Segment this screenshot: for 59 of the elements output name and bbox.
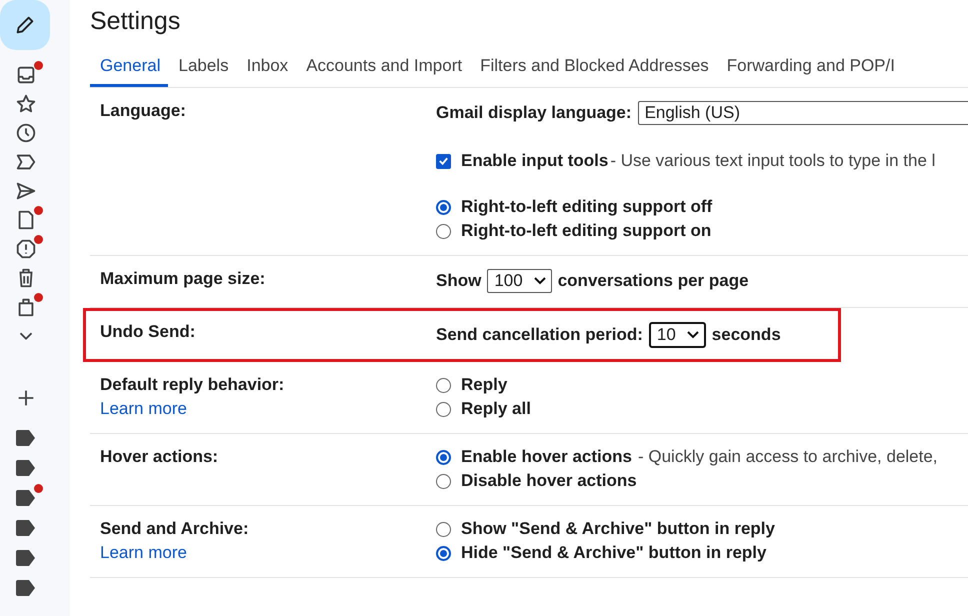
learn-more-link[interactable]: Learn more [100, 543, 436, 563]
option-label: Disable hover actions [461, 471, 637, 491]
learn-more-link[interactable]: Learn more [100, 399, 436, 419]
radio-button[interactable] [436, 474, 451, 488]
chevron-down-icon [686, 330, 700, 340]
pencil-icon [14, 14, 36, 36]
field-suffix: conversations per page [558, 271, 749, 291]
settings-tab[interactable]: General [90, 44, 168, 87]
radio-button[interactable] [436, 546, 451, 560]
radio-button[interactable] [436, 378, 451, 392]
settings-tab[interactable]: Inbox [236, 44, 296, 87]
settings-tab[interactable]: Forwarding and POP/I [716, 44, 903, 87]
dropdown[interactable]: 100 [487, 269, 552, 293]
page-title: Settings [90, 6, 182, 37]
settings-tab[interactable]: Filters and Blocked Addresses [470, 44, 717, 87]
setting-label: Hover actions: [100, 447, 220, 467]
label-icon[interactable] [15, 579, 37, 597]
option-label: Reply [461, 375, 508, 395]
settings-tab[interactable]: Labels [168, 44, 237, 87]
checkmark-icon [438, 155, 449, 167]
setting-label: Default reply behavior: [100, 375, 286, 395]
radio-button[interactable] [436, 200, 451, 214]
field-label: Gmail display language: [436, 103, 632, 123]
radio-button[interactable] [436, 450, 451, 464]
radio-button[interactable] [436, 522, 451, 536]
option-label: Show "Send & Archive" button in reply [461, 519, 775, 539]
option-label: Enable input tools [461, 151, 608, 171]
field-suffix: seconds [712, 325, 781, 345]
star-icon[interactable] [15, 93, 37, 115]
compose-button[interactable] [0, 0, 50, 50]
label-icon[interactable] [15, 549, 37, 567]
setting-label: Undo Send: [100, 322, 196, 342]
dropdown[interactable]: English (US) [638, 101, 968, 125]
option-label: Enable hover actions [461, 447, 632, 467]
radio-button[interactable] [436, 224, 451, 238]
label-icon[interactable] [15, 519, 37, 537]
option-label: Right-to-left editing support on [461, 221, 712, 241]
label-icon[interactable] [15, 489, 37, 507]
option-label: Right-to-left editing support off [461, 197, 712, 217]
option-description: - Quickly gain access to archive, delete, [638, 447, 938, 467]
label-icon[interactable] [15, 459, 37, 477]
label-icon[interactable] [15, 429, 37, 447]
dropdown[interactable]: 10 [648, 322, 706, 348]
spam-icon[interactable] [15, 238, 37, 260]
option-label: Reply all [461, 399, 531, 419]
setting-label: Maximum page size: [100, 269, 266, 289]
setting-label: Language: [100, 101, 187, 121]
inbox-icon[interactable] [15, 64, 37, 86]
clock-icon[interactable] [15, 122, 37, 144]
checkbox[interactable] [436, 154, 451, 168]
option-description: - Use various text input tools to type in the l [610, 151, 936, 171]
radio-button[interactable] [436, 402, 451, 416]
chevron-down-icon [532, 276, 547, 286]
option-label: Hide "Send & Archive" button in reply [461, 543, 766, 563]
field-label: Show [436, 271, 482, 291]
field-label: Send cancellation period: [436, 325, 643, 345]
send-icon[interactable] [15, 180, 37, 202]
setting-label: Send and Archive: [100, 519, 250, 539]
settings-tab[interactable]: Accounts and Import [296, 44, 470, 87]
